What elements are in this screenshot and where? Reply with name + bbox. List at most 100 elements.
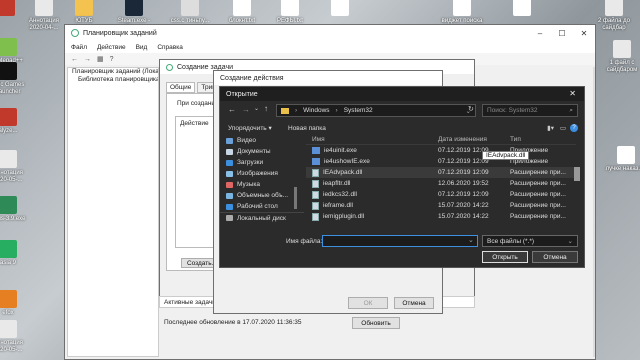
desktop-icon-label: rufus-3.9.exe	[0, 216, 26, 222]
refresh-icon[interactable]: ↻	[468, 105, 474, 113]
maximize-button[interactable]: ☐	[551, 25, 573, 41]
file-row[interactable]: iedkcs32.dll 07.12.2019 12:09 Расширение п…	[306, 189, 576, 200]
clock-icon	[71, 29, 79, 37]
tree-item-root[interactable]: Планировщик заданий (Локальный)	[68, 68, 158, 76]
menu-action[interactable]: Действие	[97, 44, 126, 51]
left-desktop-icon[interactable]: alyze...	[0, 108, 30, 135]
menu-file[interactable]: Файл	[71, 44, 87, 51]
left-desktop-icon[interactable]: asia 9	[0, 240, 30, 267]
recent-dropdown-icon[interactable]: ⌄	[254, 105, 259, 112]
file-type: Расширение при...	[510, 213, 566, 220]
organize-button[interactable]: Упорядочить ▾	[228, 124, 272, 132]
file-type-select[interactable]: Все файлы (*.*) ⌄	[482, 235, 578, 247]
forward-arrow-icon[interactable]: →	[84, 56, 91, 63]
file-type-value: Все файлы (*.*)	[487, 237, 535, 245]
back-arrow-icon[interactable]: ←	[228, 105, 236, 114]
preview-pane-icon[interactable]: ▭	[560, 124, 566, 132]
shortcut-icon	[35, 0, 53, 16]
desktop-icon-label: Аннотация 2020-05-...	[0, 340, 23, 353]
forward-arrow-icon[interactable]: →	[242, 105, 250, 114]
top-desktop-icon[interactable]: блокнт.txt	[220, 0, 264, 25]
sidebar-item[interactable]: Видео	[220, 135, 304, 146]
open-dialog-title: Открытие	[226, 90, 258, 98]
sidebar-item[interactable]: Документы	[220, 146, 304, 157]
file-row[interactable]: ieframe.dll 15.07.2020 14:22 Расширение пр…	[306, 200, 576, 211]
left-desktop-icon[interactable]: Notepad++	[0, 38, 30, 65]
file-row[interactable]: ieapfltr.dll 12.06.2020 19:52 Расширение п…	[306, 178, 576, 189]
sidebar-item[interactable]: Музыка	[220, 179, 304, 190]
file-tooltip: IEAdvpack.dll	[482, 151, 530, 160]
top-desktop-icon[interactable]: css.c тиньпу...	[168, 0, 212, 25]
sidebar-item[interactable]: Локальный диск	[220, 212, 304, 223]
column-name[interactable]: Имя	[306, 136, 434, 143]
dialog-cancel-button[interactable]: Отмена	[532, 251, 578, 263]
left-desktop-icon[interactable]: Аннотация 2020-05-...	[0, 320, 30, 354]
top-desktop-icon[interactable]: РЕФЫ.txt	[268, 0, 312, 25]
column-type[interactable]: Тип	[506, 136, 572, 143]
top-desktop-icon[interactable]	[500, 0, 544, 18]
close-button[interactable]: ✕	[573, 25, 595, 41]
downloads-icon	[226, 159, 233, 166]
file-row[interactable]: iemigplugin.dll 15.07.2020 14:22 Расширени…	[306, 211, 576, 222]
sidebar-item-label: Документы	[237, 148, 271, 155]
file-date: 15.07.2020 14:22	[438, 213, 489, 220]
file-name: ieapfltr.dll	[323, 180, 351, 187]
menu-help[interactable]: Справка	[157, 44, 183, 51]
tab-general[interactable]: Общие	[166, 82, 196, 93]
sidebar-item[interactable]: Изображения	[220, 168, 304, 179]
sidebar-item-label: Загрузки	[237, 159, 264, 166]
file-name-cell: ieframe.dll	[306, 201, 434, 210]
back-arrow-icon[interactable]: ←	[71, 56, 78, 63]
top-desktop-icon[interactable]: 2 файла до сайдбар	[592, 0, 636, 32]
file-name-cell: iemigplugin.dll	[306, 212, 434, 221]
close-icon[interactable]: ✕	[569, 89, 576, 98]
open-dialog-titlebar: Открытие ✕	[220, 87, 584, 101]
breadcrumb-windows[interactable]: Windows	[303, 107, 329, 114]
sidebar-item[interactable]: Объемные объ...	[220, 190, 304, 201]
navigation-pane: Видео Документы Загрузки Изображения Музыка О…	[220, 135, 304, 222]
ok-button[interactable]: ОК	[348, 297, 388, 309]
filename-input[interactable]	[322, 235, 478, 247]
left-desktop-icon[interactable]: efox	[0, 290, 30, 317]
file-list-scrollbar[interactable]	[574, 167, 580, 181]
desktop-icon-label: Аннотация 2020-05-...	[0, 170, 23, 183]
sidebar-item[interactable]: Рабочий стол	[220, 201, 304, 212]
top-desktop-icon[interactable]: виджет поиска	[440, 0, 484, 25]
file-row[interactable]: ie4uinit.exe07.12.2019 12:09Приложение	[306, 145, 576, 156]
desktop-icon-label: Аннотация 2020-04-...	[29, 18, 59, 31]
file-row[interactable]: ie4ushowIE.exe 07.12.2019 12:09 Приложение	[306, 156, 576, 167]
create-action-title: Создание действия	[220, 74, 284, 82]
right-desktop-icon[interactable]: лучке наказ.txt	[604, 146, 640, 173]
search-input[interactable]: Поиск: System32 ⌕	[482, 104, 578, 117]
menu-view[interactable]: Вид	[136, 44, 148, 51]
cancel-button[interactable]: Отмена	[394, 297, 434, 309]
open-button[interactable]: Открыть	[482, 251, 528, 263]
refresh-button[interactable]: Обновить	[352, 317, 400, 329]
filename-dropdown-icon[interactable]: ⌄	[468, 236, 474, 244]
last-update-text: Последнее обновление в 17.07.2020 11:36:…	[164, 319, 302, 326]
file-row[interactable]: IEAdvpack.dll 07.12.2019 12:09 Расширение …	[306, 167, 576, 178]
help-icon[interactable]: ?	[110, 56, 114, 63]
column-date[interactable]: Дата изменения	[434, 136, 506, 143]
shortcut-icon	[0, 62, 17, 80]
sidebar-item[interactable]: Загрузки	[220, 157, 304, 168]
right-desktop-icon[interactable]: 1 файл с сайдбаром	[600, 40, 640, 74]
top-desktop-icon[interactable]: ЮТУБ	[62, 0, 106, 25]
address-bar[interactable]: › Windows › System32 ⌄	[276, 104, 476, 117]
top-desktop-icon[interactable]	[318, 0, 362, 18]
view-options-icon[interactable]: ▮▾	[547, 124, 554, 132]
file-name: ie4uinit.exe	[324, 147, 357, 154]
top-desktop-icon[interactable]: Аннотация 2020-04-...	[22, 0, 66, 32]
up-arrow-icon[interactable]: ↑	[264, 104, 268, 113]
shortcut-icon	[0, 0, 15, 16]
minimize-button[interactable]: –	[529, 25, 551, 41]
left-desktop-icon[interactable]: Epic Games Launcher	[0, 62, 30, 96]
left-desktop-icon[interactable]: rufus-3.9.exe	[0, 196, 30, 223]
breadcrumb-system32[interactable]: System32	[344, 107, 373, 114]
new-folder-button[interactable]: Новая папка	[288, 125, 326, 132]
console-icon[interactable]: ▦	[97, 55, 104, 63]
help-icon[interactable]: ?	[570, 124, 578, 132]
sidebar-scrollbar[interactable]	[294, 187, 297, 209]
left-desktop-icon[interactable]: Аннотация 2020-05-...	[0, 150, 30, 184]
tree-item-library[interactable]: Библиотека планировщика	[68, 76, 158, 84]
